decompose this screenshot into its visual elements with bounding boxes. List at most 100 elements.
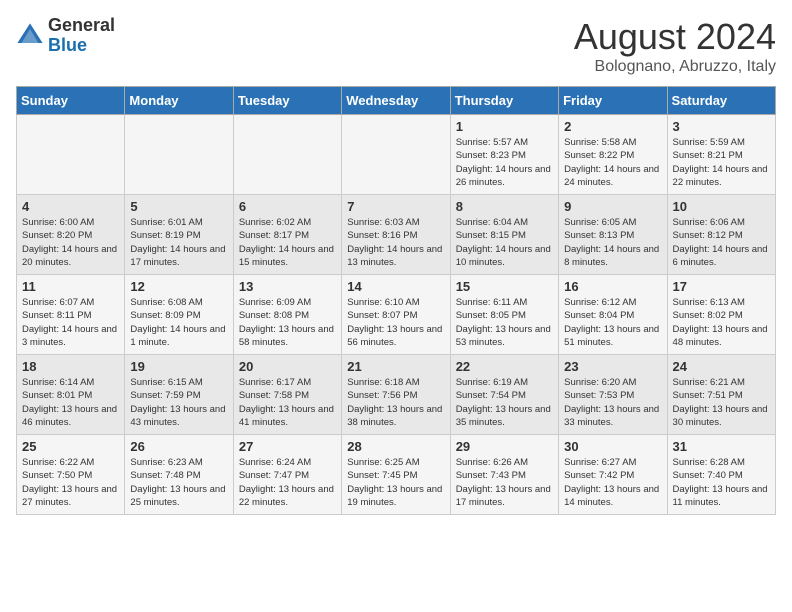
day-number: 27 <box>239 439 336 454</box>
day-info: Sunrise: 6:25 AMSunset: 7:45 PMDaylight:… <box>347 456 444 509</box>
day-info: Sunrise: 6:12 AMSunset: 8:04 PMDaylight:… <box>564 296 661 349</box>
calendar-cell: 26 Sunrise: 6:23 AMSunset: 7:48 PMDayligh… <box>125 435 233 515</box>
calendar-cell: 19Sunrise: 6:15 AMSunset: 7:59 PMDayligh… <box>125 355 233 435</box>
col-thursday: Thursday <box>450 87 558 115</box>
calendar-cell: 22 Sunrise: 6:19 AMSunset: 7:54 PMDayligh… <box>450 355 558 435</box>
day-number: 21 <box>347 359 444 374</box>
calendar-cell: 24 Sunrise: 6:21 AMSunset: 7:51 PMDayligh… <box>667 355 775 435</box>
day-number: 6 <box>239 199 336 214</box>
day-info: Sunrise: 6:27 AMSunset: 7:42 PMDaylight:… <box>564 456 661 509</box>
calendar-header: Sunday Monday Tuesday Wednesday Thursday… <box>17 87 776 115</box>
calendar-body: 1 Sunrise: 5:57 AMSunset: 8:23 PMDaylight… <box>17 115 776 515</box>
calendar-cell: 20Sunrise: 6:17 AMSunset: 7:58 PMDayligh… <box>233 355 341 435</box>
day-info: Sunrise: 6:05 AMSunset: 8:13 PMDaylight:… <box>564 216 661 269</box>
day-info: Sunrise: 6:11 AMSunset: 8:05 PMDaylight:… <box>456 296 553 349</box>
day-info: Sunrise: 6:19 AMSunset: 7:54 PMDaylight:… <box>456 376 553 429</box>
col-sunday: Sunday <box>17 87 125 115</box>
location-title: Bolognano, Abruzzo, Italy <box>574 58 776 76</box>
month-title: August 2024 <box>574 16 776 58</box>
day-number: 9 <box>564 199 661 214</box>
day-number: 5 <box>130 199 227 214</box>
day-info: Sunrise: 6:10 AMSunset: 8:07 PMDaylight:… <box>347 296 444 349</box>
day-info: Sunrise: 6:28 AMSunset: 7:40 PMDaylight:… <box>673 456 770 509</box>
logo-general-text: General <box>48 15 115 35</box>
day-info: Sunrise: 6:13 AMSunset: 8:02 PMDaylight:… <box>673 296 770 349</box>
day-number: 14 <box>347 279 444 294</box>
calendar-cell: 14 Sunrise: 6:10 AMSunset: 8:07 PMDayligh… <box>342 275 450 355</box>
day-info: Sunrise: 6:04 AMSunset: 8:15 PMDaylight:… <box>456 216 553 269</box>
page-header: General Blue August 2024 Bolognano, Abru… <box>16 16 776 76</box>
day-number: 25 <box>22 439 119 454</box>
day-info: Sunrise: 5:59 AMSunset: 8:21 PMDaylight:… <box>673 136 770 189</box>
day-info: Sunrise: 6:20 AMSunset: 7:53 PMDaylight:… <box>564 376 661 429</box>
calendar-week-2: 4Sunrise: 6:00 AMSunset: 8:20 PMDaylight… <box>17 195 776 275</box>
col-friday: Friday <box>559 87 667 115</box>
calendar-cell: 4Sunrise: 6:00 AMSunset: 8:20 PMDaylight… <box>17 195 125 275</box>
calendar-cell <box>125 115 233 195</box>
day-number: 17 <box>673 279 770 294</box>
col-monday: Monday <box>125 87 233 115</box>
day-number: 15 <box>456 279 553 294</box>
day-number: 18 <box>22 359 119 374</box>
day-info: Sunrise: 5:57 AMSunset: 8:23 PMDaylight:… <box>456 136 553 189</box>
calendar-table: Sunday Monday Tuesday Wednesday Thursday… <box>16 86 776 515</box>
day-number: 26 <box>130 439 227 454</box>
calendar-cell: 27 Sunrise: 6:24 AMSunset: 7:47 PMDayligh… <box>233 435 341 515</box>
day-info: Sunrise: 6:01 AMSunset: 8:19 PMDaylight:… <box>130 216 227 269</box>
day-number: 23 <box>564 359 661 374</box>
day-number: 2 <box>564 119 661 134</box>
day-number: 11 <box>22 279 119 294</box>
day-number: 8 <box>456 199 553 214</box>
col-tuesday: Tuesday <box>233 87 341 115</box>
calendar-week-3: 11 Sunrise: 6:07 AMSunset: 8:11 PMDayligh… <box>17 275 776 355</box>
calendar-cell: 15 Sunrise: 6:11 AMSunset: 8:05 PMDayligh… <box>450 275 558 355</box>
calendar-cell: 28 Sunrise: 6:25 AMSunset: 7:45 PMDayligh… <box>342 435 450 515</box>
calendar-week-1: 1 Sunrise: 5:57 AMSunset: 8:23 PMDaylight… <box>17 115 776 195</box>
day-info: Sunrise: 6:07 AMSunset: 8:11 PMDaylight:… <box>22 296 119 349</box>
day-number: 22 <box>456 359 553 374</box>
header-row: Sunday Monday Tuesday Wednesday Thursday… <box>17 87 776 115</box>
calendar-cell: 11 Sunrise: 6:07 AMSunset: 8:11 PMDayligh… <box>17 275 125 355</box>
calendar-cell: 23 Sunrise: 6:20 AMSunset: 7:53 PMDayligh… <box>559 355 667 435</box>
calendar-cell: 9 Sunrise: 6:05 AMSunset: 8:13 PMDaylight… <box>559 195 667 275</box>
day-info: Sunrise: 6:06 AMSunset: 8:12 PMDaylight:… <box>673 216 770 269</box>
day-info: Sunrise: 5:58 AMSunset: 8:22 PMDaylight:… <box>564 136 661 189</box>
day-info: Sunrise: 6:09 AMSunset: 8:08 PMDaylight:… <box>239 296 336 349</box>
day-info: Sunrise: 6:23 AMSunset: 7:48 PMDaylight:… <box>130 456 227 509</box>
day-number: 31 <box>673 439 770 454</box>
calendar-cell: 13Sunrise: 6:09 AMSunset: 8:08 PMDayligh… <box>233 275 341 355</box>
day-number: 30 <box>564 439 661 454</box>
day-number: 1 <box>456 119 553 134</box>
day-number: 16 <box>564 279 661 294</box>
day-info: Sunrise: 6:26 AMSunset: 7:43 PMDaylight:… <box>456 456 553 509</box>
calendar-cell: 18 Sunrise: 6:14 AMSunset: 8:01 PMDayligh… <box>17 355 125 435</box>
calendar-cell: 3 Sunrise: 5:59 AMSunset: 8:21 PMDaylight… <box>667 115 775 195</box>
day-info: Sunrise: 6:08 AMSunset: 8:09 PMDaylight:… <box>130 296 227 349</box>
day-number: 28 <box>347 439 444 454</box>
day-info: Sunrise: 6:24 AMSunset: 7:47 PMDaylight:… <box>239 456 336 509</box>
logo-blue-text: Blue <box>48 35 87 55</box>
logo-icon <box>16 22 44 50</box>
col-saturday: Saturday <box>667 87 775 115</box>
calendar-cell: 6 Sunrise: 6:02 AMSunset: 8:17 PMDaylight… <box>233 195 341 275</box>
day-number: 7 <box>347 199 444 214</box>
calendar-cell: 17 Sunrise: 6:13 AMSunset: 8:02 PMDayligh… <box>667 275 775 355</box>
day-number: 19 <box>130 359 227 374</box>
calendar-cell: 16 Sunrise: 6:12 AMSunset: 8:04 PMDayligh… <box>559 275 667 355</box>
calendar-cell: 31 Sunrise: 6:28 AMSunset: 7:40 PMDayligh… <box>667 435 775 515</box>
calendar-cell <box>17 115 125 195</box>
day-info: Sunrise: 6:22 AMSunset: 7:50 PMDaylight:… <box>22 456 119 509</box>
day-info: Sunrise: 6:21 AMSunset: 7:51 PMDaylight:… <box>673 376 770 429</box>
calendar-cell: 7Sunrise: 6:03 AMSunset: 8:16 PMDaylight… <box>342 195 450 275</box>
calendar-cell: 12 Sunrise: 6:08 AMSunset: 8:09 PMDayligh… <box>125 275 233 355</box>
day-info: Sunrise: 6:14 AMSunset: 8:01 PMDaylight:… <box>22 376 119 429</box>
calendar-cell: 30 Sunrise: 6:27 AMSunset: 7:42 PMDayligh… <box>559 435 667 515</box>
day-number: 4 <box>22 199 119 214</box>
day-number: 20 <box>239 359 336 374</box>
day-number: 3 <box>673 119 770 134</box>
calendar-cell: 25 Sunrise: 6:22 AMSunset: 7:50 PMDayligh… <box>17 435 125 515</box>
day-number: 24 <box>673 359 770 374</box>
day-number: 12 <box>130 279 227 294</box>
day-info: Sunrise: 6:02 AMSunset: 8:17 PMDaylight:… <box>239 216 336 269</box>
col-wednesday: Wednesday <box>342 87 450 115</box>
